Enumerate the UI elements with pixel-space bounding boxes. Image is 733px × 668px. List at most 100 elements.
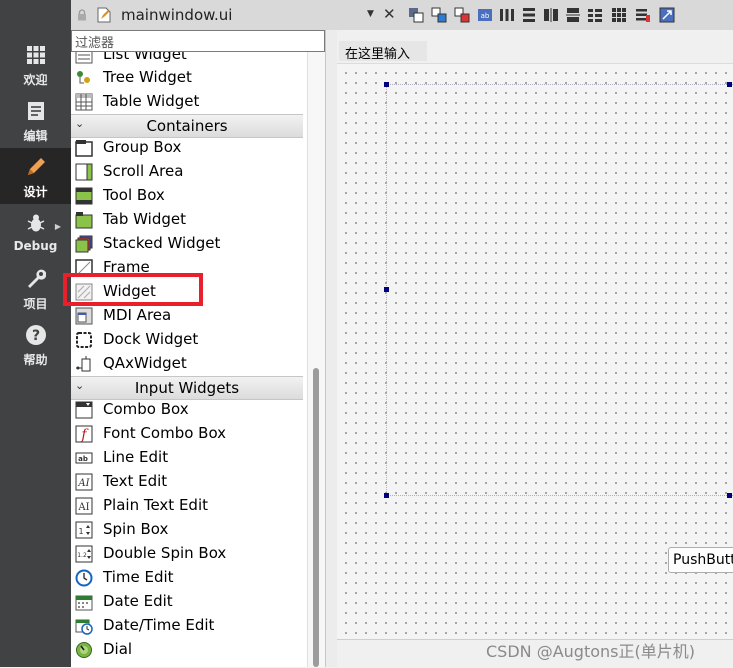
- resize-handle-top-right[interactable]: [727, 82, 732, 87]
- edit-widgets-icon[interactable]: [408, 7, 424, 23]
- category-input-widgets[interactable]: ⌄ Input Widgets: [71, 376, 303, 400]
- widget-item-tree-widget[interactable]: Tree Widget: [71, 66, 303, 90]
- dial-icon: [76, 642, 92, 658]
- group-box-icon: [75, 140, 93, 157]
- mode-welcome[interactable]: 欢迎: [0, 36, 71, 92]
- mode-label: 项目: [23, 297, 48, 311]
- lock-icon: [78, 9, 86, 21]
- widget-item-line-edit[interactable]: ab Line Edit: [71, 446, 303, 470]
- mode-projects[interactable]: 项目: [0, 260, 71, 316]
- widget-item-tab-widget[interactable]: Tab Widget: [71, 208, 303, 232]
- layout-horizontal-icon[interactable]: [499, 7, 515, 23]
- widget-item-list-widget[interactable]: List Widget: [71, 52, 303, 67]
- widget-item-label: Time Edit: [103, 568, 174, 586]
- widget-item-combo-box[interactable]: Combo Box: [71, 398, 303, 422]
- widget-item-time-edit[interactable]: Time Edit: [71, 566, 303, 590]
- edit-tab-order-icon[interactable]: ab: [477, 7, 493, 23]
- resize-handle-top-left[interactable]: [384, 82, 389, 87]
- widget-item-dock-widget[interactable]: Dock Widget: [71, 328, 303, 352]
- category-containers[interactable]: ⌄ Containers: [71, 114, 303, 138]
- scrollbar-thumb[interactable]: [313, 368, 319, 667]
- plain-text-edit-icon: AI: [75, 497, 93, 515]
- close-icon[interactable]: ✕: [383, 5, 396, 23]
- chevron-down-icon[interactable]: ▼: [367, 9, 374, 19]
- widget-item-label: List Widget: [103, 52, 187, 63]
- widget-item-label: Scroll Area: [103, 162, 184, 180]
- widget-item-label: Stacked Widget: [103, 234, 221, 252]
- widget-item-label: Table Widget: [103, 92, 200, 110]
- adjust-size-icon[interactable]: [659, 7, 675, 23]
- document-icon: [0, 100, 71, 122]
- layout-form-icon[interactable]: [587, 7, 603, 23]
- resize-handle-bottom-right[interactable]: [727, 493, 732, 498]
- mode-help[interactable]: ? 帮助: [0, 316, 71, 372]
- widget-item-scroll-area[interactable]: Scroll Area: [71, 160, 303, 184]
- widget-item-dial[interactable]: Dial: [71, 638, 303, 662]
- mode-edit[interactable]: 编辑: [0, 92, 71, 148]
- widget-box-panel: 过滤器 List Widget Tree Widget Table Widget…: [71, 30, 325, 667]
- svg-text:1: 1: [78, 527, 83, 536]
- dock-widget-icon: [76, 332, 92, 348]
- open-file-title[interactable]: mainwindow.ui: [121, 6, 232, 24]
- widget-item-stacked-widget[interactable]: Stacked Widget: [71, 232, 303, 256]
- annotation-highlight-box: [63, 273, 203, 306]
- mode-design[interactable]: 设计: [0, 148, 71, 204]
- svg-text:AI: AI: [77, 502, 89, 513]
- widget-item-spin-box[interactable]: 1 Spin Box: [71, 518, 303, 542]
- scroll-area-icon: [75, 163, 93, 181]
- layout-vertical-splitter-icon[interactable]: [565, 7, 581, 23]
- widget-item-plain-text-edit[interactable]: AI Plain Text Edit: [71, 494, 303, 518]
- form-push-button[interactable]: PushButton: [668, 547, 733, 573]
- widget-item-date-edit[interactable]: Date Edit: [71, 590, 303, 614]
- widget-item-label: Font Combo Box: [103, 424, 227, 442]
- double-spin-box-icon: 1.2: [75, 545, 93, 563]
- widget-list: List Widget Tree Widget Table Widget ⌄ C…: [71, 52, 325, 667]
- widget-filter-input[interactable]: 过滤器: [71, 30, 325, 52]
- mode-selector-bar: 欢迎 编辑 设计 Debug ▶ 项目 ? 帮助: [0, 0, 71, 667]
- category-label: Containers: [146, 117, 228, 135]
- line-edit-icon: ab: [75, 452, 93, 464]
- svg-text:ab: ab: [481, 12, 490, 20]
- widget-item-mdi-area[interactable]: MDI Area: [71, 304, 303, 328]
- edit-buddies-icon[interactable]: [454, 7, 470, 23]
- widget-item-label: Tree Widget: [103, 68, 192, 86]
- widget-item-label: Line Edit: [103, 448, 169, 466]
- tool-box-icon: [75, 187, 93, 205]
- edit-signals-slots-icon[interactable]: [431, 7, 447, 23]
- resize-handle-left[interactable]: [384, 287, 389, 292]
- widget-item-table-widget[interactable]: Table Widget: [71, 90, 303, 114]
- ui-file-icon: [97, 7, 111, 23]
- expand-arrow-icon[interactable]: ▶: [55, 222, 61, 231]
- widget-item-double-spin-box[interactable]: 1.2 Double Spin Box: [71, 542, 303, 566]
- mode-label: Debug: [13, 239, 58, 253]
- widget-item-tool-box[interactable]: Tool Box: [71, 184, 303, 208]
- layout-horizontal-splitter-icon[interactable]: [543, 7, 559, 23]
- widget-item-date-time-edit[interactable]: Date/Time Edit: [71, 614, 303, 638]
- combo-box-icon: [75, 401, 93, 419]
- menu-bar-type-here[interactable]: 在这里输入: [339, 41, 427, 62]
- widget-item-font-combo-box[interactable]: f Font Combo Box: [71, 422, 303, 446]
- widget-item-label: Dial: [103, 640, 133, 658]
- tab-widget-icon: [75, 212, 93, 229]
- date-time-edit-icon: [75, 619, 93, 635]
- mode-debug[interactable]: Debug ▶: [0, 204, 71, 260]
- spin-box-icon: 1: [75, 521, 93, 539]
- widget-item-group-box[interactable]: Group Box: [71, 136, 303, 160]
- svg-text:?: ?: [31, 328, 39, 344]
- layout-vertical-icon[interactable]: [521, 7, 537, 23]
- resize-handle-bottom-left[interactable]: [384, 493, 389, 498]
- widget-item-qaxwidget[interactable]: QAxWidget: [71, 352, 303, 376]
- break-layout-icon[interactable]: [635, 7, 651, 23]
- layout-grid-icon[interactable]: [611, 7, 627, 23]
- mode-label: 设计: [23, 185, 48, 199]
- widget-item-label: Spin Box: [103, 520, 169, 538]
- widget-item-label: Dock Widget: [103, 330, 199, 348]
- mdi-area-icon: [75, 307, 93, 325]
- stacked-widget-icon: [75, 235, 93, 253]
- widget-item-label: Date Edit: [103, 592, 173, 610]
- widget-item-text-edit[interactable]: AI Text Edit: [71, 470, 303, 494]
- help-icon: ?: [0, 324, 71, 346]
- widget-item-label: Date/Time Edit: [103, 616, 215, 634]
- selection-border-bottom: [386, 495, 733, 497]
- widget-item-label: Tab Widget: [103, 210, 186, 228]
